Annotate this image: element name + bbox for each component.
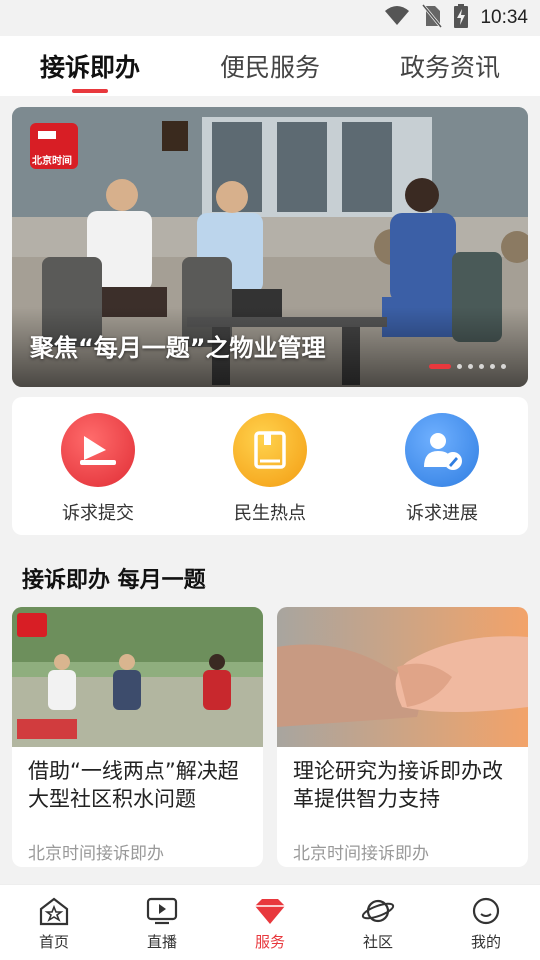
service-request-progress[interactable]: 诉求进展 — [372, 413, 512, 525]
status-bar: 10:34 — [0, 0, 540, 36]
nav-label: 直播 — [146, 932, 177, 951]
nav-label: 我的 — [470, 932, 501, 951]
banner-title: 聚焦“每月一题”之物业管理 — [30, 334, 326, 362]
clock: 10:34 — [480, 7, 528, 28]
service-label: 民生热点 — [234, 503, 306, 524]
nav-label: 社区 — [362, 932, 393, 951]
user-edit-icon — [405, 413, 479, 487]
home-icon — [37, 894, 71, 928]
carousel-dot-active — [429, 364, 451, 369]
planet-icon — [361, 894, 395, 928]
nav-community[interactable]: 社区 — [338, 894, 418, 952]
service-submit-request[interactable]: 诉求提交 — [28, 413, 168, 525]
article-thumbnail — [277, 607, 528, 747]
nav-home[interactable]: 首页 — [14, 894, 94, 952]
article-title: 借助“一线两点”解决超大型社区积水问题 — [28, 759, 239, 811]
carousel-dot — [468, 364, 473, 369]
battery-charging-icon — [454, 4, 469, 32]
article-source: 北京时间接诉即办 — [293, 844, 429, 864]
bottom-nav: 首页 直播 服务 社区 我的 — [0, 884, 540, 960]
nav-label: 服务 — [254, 932, 285, 951]
nav-live[interactable]: 直播 — [122, 894, 202, 952]
carousel-dot — [479, 364, 484, 369]
banner-carousel[interactable]: 北京时间 聚焦“每月一题”之物业管理 — [12, 107, 528, 387]
no-sim-icon — [422, 4, 443, 32]
profile-icon — [469, 894, 503, 928]
tab-complaint-handling[interactable]: 接诉即办 — [32, 36, 148, 96]
carousel-dot — [457, 364, 462, 369]
tv-play-icon — [145, 894, 179, 928]
banner-logo: 北京时间 — [32, 156, 72, 167]
submit-tray-icon — [61, 413, 135, 487]
top-tab-bar: 接诉即办 便民服务 政务资讯 — [0, 36, 540, 96]
nav-service[interactable]: 服务 — [230, 894, 310, 952]
carousel-dot — [490, 364, 495, 369]
diamond-icon — [253, 894, 287, 928]
article-card[interactable]: 理论研究为接诉即办改革提供智力支持 北京时间接诉即办 — [277, 607, 528, 867]
nav-label: 首页 — [38, 932, 69, 951]
tab-government-news[interactable]: 政务资讯 — [392, 36, 508, 96]
article-title: 理论研究为接诉即办改革提供智力支持 — [293, 759, 503, 811]
book-icon — [233, 413, 307, 487]
section-title: 接诉即办 每月一题 — [22, 568, 206, 593]
carousel-dot — [501, 364, 506, 369]
tab-convenience-services[interactable]: 便民服务 — [212, 36, 328, 96]
service-label: 诉求提交 — [62, 503, 134, 524]
nav-profile[interactable]: 我的 — [446, 894, 526, 952]
service-livelihood-hotspots[interactable]: 民生热点 — [200, 413, 340, 525]
service-label: 诉求进展 — [406, 503, 478, 524]
article-thumbnail — [12, 607, 263, 747]
wifi-icon — [384, 5, 410, 31]
service-shortcuts: 诉求提交 民生热点 诉求进展 — [12, 397, 528, 535]
carousel-indicator — [429, 364, 506, 369]
article-source: 北京时间接诉即办 — [28, 844, 164, 864]
article-card[interactable]: 借助“一线两点”解决超大型社区积水问题 北京时间接诉即办 — [12, 607, 263, 867]
